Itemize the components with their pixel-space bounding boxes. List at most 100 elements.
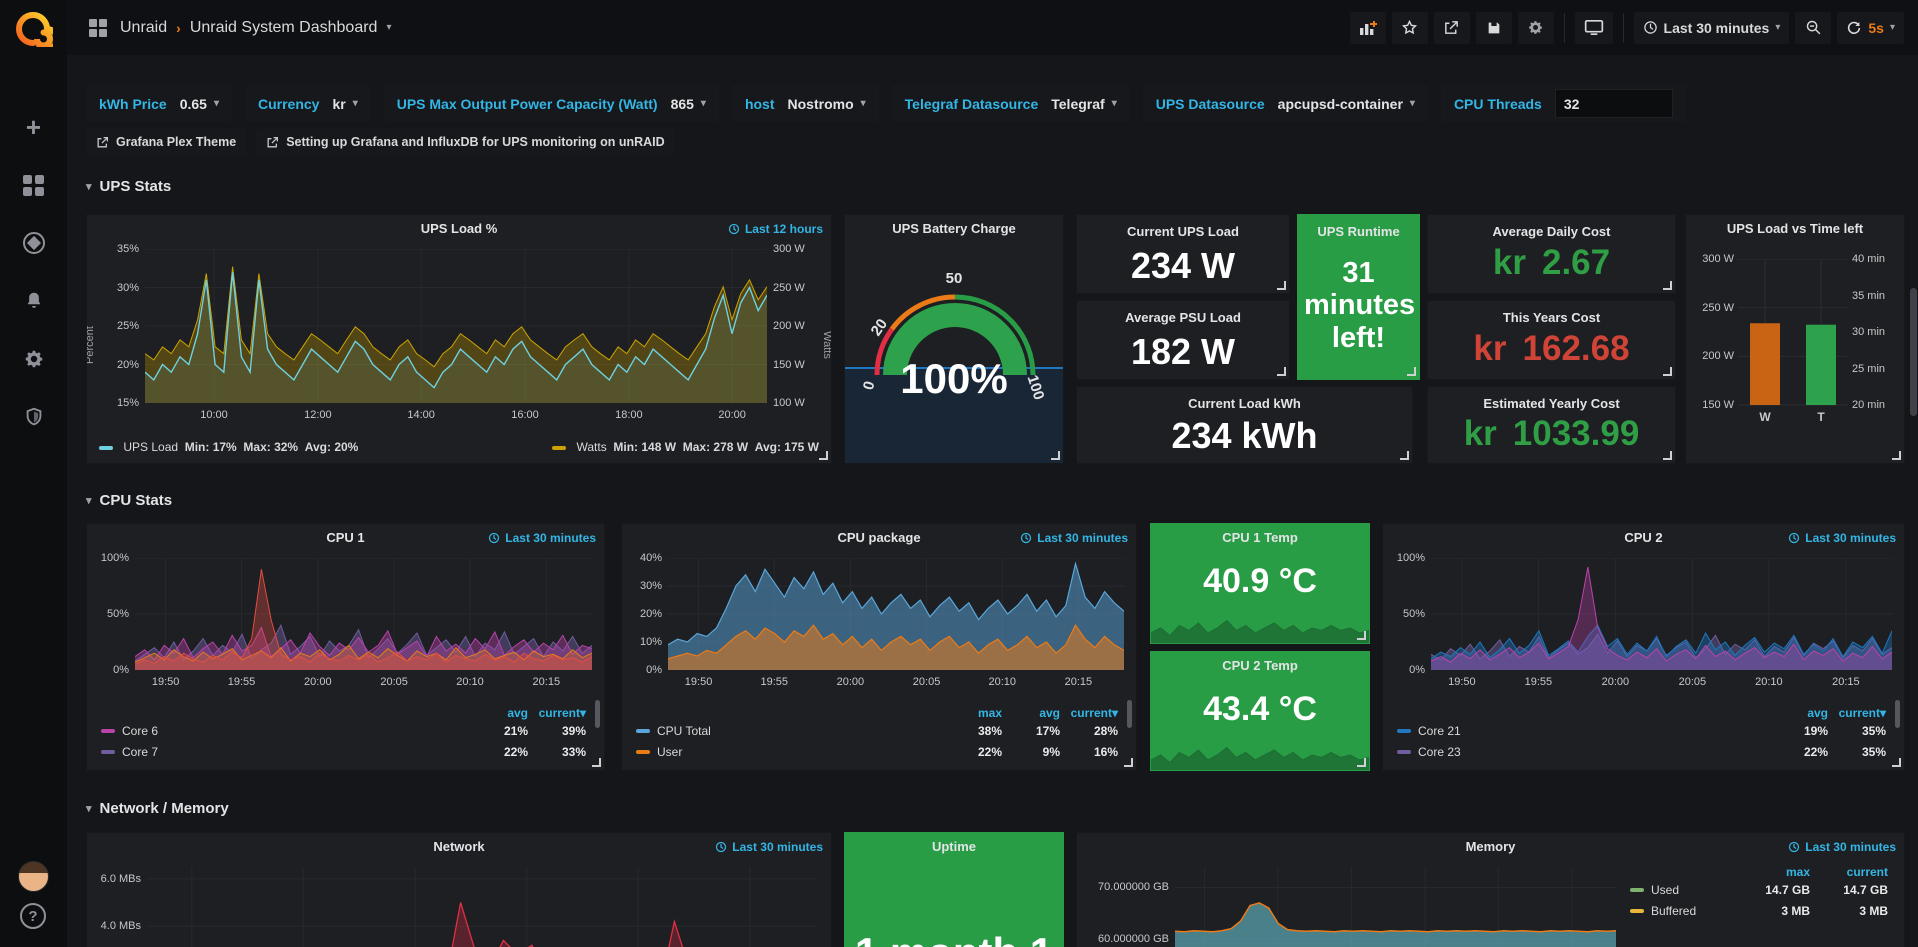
- panel-time-override[interactable]: Last 30 minutes: [715, 840, 823, 854]
- memory-chart[interactable]: [1175, 867, 1616, 947]
- breadcrumb-app[interactable]: Unraid: [120, 19, 167, 37]
- legend-col-current[interactable]: current▾: [528, 706, 586, 720]
- network-chart[interactable]: [147, 867, 817, 947]
- section-cpu-stats[interactable]: ▾CPU Stats: [86, 492, 172, 509]
- chevron-down-icon: ▾: [86, 494, 92, 507]
- dashboard-settings-gear-icon[interactable]: [1518, 12, 1554, 44]
- panel-time-override[interactable]: Last 30 minutes: [488, 531, 596, 545]
- cpu-threads-input[interactable]: [1555, 89, 1673, 118]
- panel-title[interactable]: Uptime: [845, 839, 1063, 854]
- share-button[interactable]: [1434, 12, 1470, 44]
- navbar-actions: Last 30 minutes ▾ 5s ▾: [1350, 12, 1918, 44]
- variable-host: host Nostromo▾: [732, 85, 879, 122]
- legend-series-user[interactable]: User 22% 9% 16%: [636, 741, 1118, 762]
- variable-value-dropdown[interactable]: 865▾: [671, 96, 706, 112]
- x-axis: 19:50 19:55 20:00 20:05 20:10 20:15: [135, 676, 592, 690]
- legend-series-core21[interactable]: Core 21 19% 35%: [1397, 720, 1886, 741]
- legend-col-avg[interactable]: avg: [470, 706, 528, 720]
- variable-value-dropdown[interactable]: Nostromo▾: [788, 96, 866, 112]
- refresh-button[interactable]: 5s ▾: [1837, 12, 1904, 44]
- variable-value-dropdown[interactable]: kr▾: [332, 96, 357, 112]
- variable-value-dropdown[interactable]: 0.65▾: [180, 96, 219, 112]
- add-panel-button[interactable]: [1350, 12, 1386, 44]
- x-axis: 10:00 12:00 14:00 16:00 18:00 20:00: [145, 409, 767, 423]
- section-ups-stats[interactable]: ▾UPS Stats: [86, 178, 171, 195]
- cpu1-chart[interactable]: [135, 558, 592, 670]
- alerting-bell-icon[interactable]: [0, 284, 67, 318]
- help-icon[interactable]: ?: [20, 903, 46, 929]
- legend-col-max[interactable]: max: [944, 706, 1002, 720]
- panel-title[interactable]: Current Load kWh: [1077, 396, 1412, 411]
- legend-swatch: [101, 750, 115, 754]
- legend-scrollbar[interactable]: [1127, 700, 1132, 728]
- panel-title[interactable]: CPU 2 Temp: [1151, 658, 1369, 673]
- panel-title[interactable]: Average Daily Cost: [1428, 224, 1675, 239]
- panel-title[interactable]: UPS Load %: [87, 221, 831, 236]
- legend-series-used[interactable]: Used 14.7 GB 14.7 GB: [1630, 879, 1888, 900]
- create-plus-icon[interactable]: +: [0, 110, 67, 144]
- panel-title[interactable]: Memory: [1077, 839, 1904, 854]
- panel-time-override[interactable]: Last 30 minutes: [1020, 531, 1128, 545]
- panel-memory: Memory Last 30 minutes 70.000000 GB 60.0…: [1076, 832, 1905, 947]
- grafana-logo-icon[interactable]: [13, 7, 53, 47]
- explore-compass-icon[interactable]: [0, 226, 67, 260]
- panel-time-override[interactable]: Last 12 hours: [728, 222, 823, 236]
- legend-col-current[interactable]: current▾: [1828, 706, 1886, 720]
- dashboard-grid-icon[interactable]: [89, 19, 107, 37]
- legend-series-watts[interactable]: Watts Min: 148 W Max: 278 W Avg: 175 W: [552, 440, 819, 454]
- axis-tick: 200 W: [1702, 350, 1734, 362]
- panel-title[interactable]: UPS Load vs Time left: [1686, 221, 1904, 236]
- axis-tick: 20%: [640, 608, 662, 620]
- y-axis-left: 300 W 250 W 200 W 150 W: [1692, 259, 1734, 405]
- legend-col-avg[interactable]: avg: [1002, 706, 1060, 720]
- axis-tick: 20:10: [1755, 676, 1783, 688]
- y-axis-right: 40 min 35 min 30 min 25 min 20 min: [1852, 259, 1896, 405]
- time-picker-button[interactable]: Last 30 minutes ▾: [1634, 12, 1790, 44]
- user-avatar[interactable]: [18, 861, 49, 892]
- variable-value-dropdown[interactable]: apcupsd-container▾: [1278, 96, 1415, 112]
- cpu-package-chart[interactable]: [668, 558, 1124, 670]
- ups-bars-chart[interactable]: WT: [1738, 259, 1848, 425]
- legend-col-max[interactable]: max: [1732, 865, 1810, 879]
- panel-title[interactable]: Estimated Yearly Cost: [1428, 396, 1675, 411]
- legend-swatch: [99, 446, 113, 450]
- axis-tick: 40 min: [1852, 253, 1885, 265]
- panel-time-override[interactable]: Last 30 minutes: [1788, 531, 1896, 545]
- save-button[interactable]: [1476, 12, 1512, 44]
- legend-series-core7[interactable]: Core 7 22% 33%: [101, 741, 586, 762]
- cycle-view-tv-icon[interactable]: [1575, 12, 1613, 44]
- panel-title[interactable]: UPS Runtime: [1298, 224, 1419, 239]
- legend-series-buffered[interactable]: Buffered 3 MB 3 MB: [1630, 900, 1888, 921]
- link-grafana-plex-theme[interactable]: Grafana Plex Theme: [86, 129, 246, 155]
- axis-tick: 25 min: [1852, 363, 1885, 375]
- star-button[interactable]: [1392, 12, 1428, 44]
- zoom-out-button[interactable]: [1795, 12, 1831, 44]
- title-caret-icon[interactable]: ▾: [386, 22, 391, 33]
- page-scrollbar[interactable]: [1910, 288, 1917, 416]
- cpu2-chart[interactable]: [1431, 558, 1892, 670]
- panel-title[interactable]: Average PSU Load: [1077, 310, 1289, 325]
- axis-tick: 35 min: [1852, 290, 1885, 302]
- legend-series-core23[interactable]: Core 23 22% 35%: [1397, 741, 1886, 762]
- link-ups-monitoring-guide[interactable]: Setting up Grafana and InfluxDB for UPS …: [256, 129, 674, 155]
- legend-col-current[interactable]: current▾: [1060, 706, 1118, 720]
- server-admin-shield-icon[interactable]: [0, 400, 67, 434]
- ups-load-chart[interactable]: [145, 249, 767, 403]
- panel-time-override[interactable]: Last 30 minutes: [1788, 840, 1896, 854]
- legend-scrollbar[interactable]: [595, 700, 600, 728]
- panel-title[interactable]: CPU 1 Temp: [1151, 530, 1369, 545]
- legend-scrollbar[interactable]: [1895, 700, 1900, 728]
- legend-series-core6[interactable]: Core 6 21% 39%: [101, 720, 586, 741]
- section-network-memory[interactable]: ▾Network / Memory: [86, 800, 229, 817]
- panel-title[interactable]: Current UPS Load: [1077, 224, 1289, 239]
- legend-col-avg[interactable]: avg: [1770, 706, 1828, 720]
- legend-series-cpu-total[interactable]: CPU Total 38% 17% 28%: [636, 720, 1118, 741]
- variable-label: host: [745, 96, 775, 112]
- configuration-gear-icon[interactable]: [0, 342, 67, 376]
- variable-value-dropdown[interactable]: Telegraf▾: [1051, 96, 1116, 112]
- panel-title[interactable]: This Years Cost: [1428, 310, 1675, 325]
- dashboard-title[interactable]: Unraid System Dashboard: [190, 19, 378, 37]
- legend-col-current[interactable]: current: [1810, 865, 1888, 879]
- dashboards-icon[interactable]: [0, 168, 67, 202]
- legend-series-ups-load[interactable]: UPS Load Min: 17% Max: 32% Avg: 20%: [99, 440, 358, 454]
